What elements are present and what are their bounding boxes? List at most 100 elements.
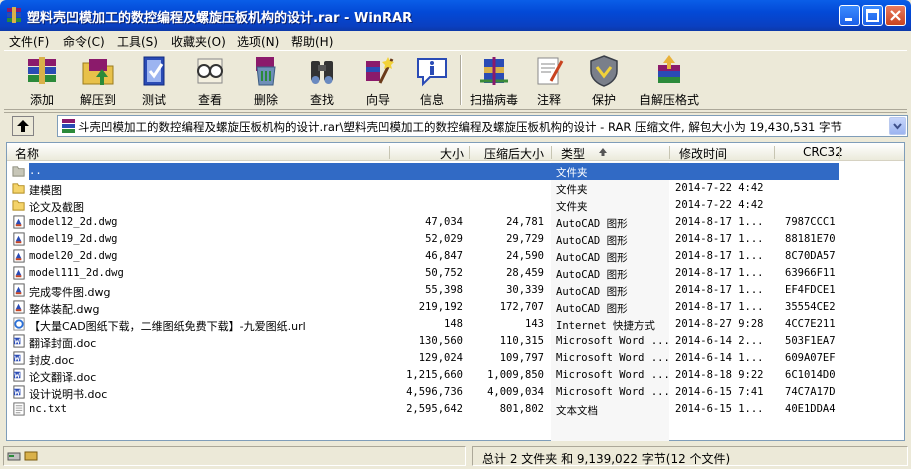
file-modified: 2014-8-17 1... [675,301,764,313]
archive-key-icon [24,451,38,461]
title-bar[interactable]: 塑料壳凹模加工的数控编程及螺旋压板机构的设计.rar - WinRAR [0,0,911,31]
file-row[interactable]: 论文及截图 文件夹 2014-7-22 4:42 [7,197,904,214]
file-packed-size: 29,729 [506,233,544,245]
word-doc-icon [13,351,25,365]
toolbar-test-button[interactable]: 测试 [128,53,180,109]
dwg-file-icon [13,249,25,263]
toolbar-extract-label: 解压到 [79,93,116,107]
file-row[interactable]: model12_2d.dwg 47,034 24,781 AutoCAD 图形 2014… [7,214,904,231]
toolbar-wizard-button[interactable]: 向导 [352,53,404,109]
toolbar-comment-label: 注释 [536,93,561,107]
status-cell-left [3,446,466,466]
toolbar-add-button[interactable]: 添加 [16,53,68,109]
column-header-modified[interactable]: 修改时间 [679,145,727,162]
file-row[interactable]: 完成零件图.dwg 55,398 30,339 AutoCAD 图形 2014-8-17… [7,282,904,299]
folder-icon [12,183,25,194]
menu-commands[interactable]: 命令(C) [63,33,105,50]
toolbar-virus-scan-button[interactable]: 扫描病毒 [466,53,522,109]
file-modified: 2014-8-17 1... [675,216,764,228]
toolbar-delete-label: 删除 [253,93,278,107]
toolbar-protect-label: 保护 [591,93,616,107]
close-button[interactable] [885,5,906,26]
protect-shield-icon [590,55,618,87]
toolbar-comment-button[interactable]: 注释 [528,53,570,109]
archive-path-text: 斗壳凹模加工的数控编程及螺旋压板机构的设计.rar\塑料壳凹模加工的数控编程及螺… [78,120,842,134]
file-modified: 2014-7-22 4:42 [675,199,764,211]
toolbar-info-button[interactable]: 信息 [408,53,456,109]
file-row[interactable]: 【大量CAD图纸下载，二维图纸免费下载】-九爱图纸.url 148 143 Inter… [7,316,904,333]
file-row[interactable]: .. 文件夹 [7,163,904,180]
dwg-file-icon [13,283,25,297]
menu-favorites[interactable]: 收藏夹(O) [171,33,226,50]
file-row[interactable]: 设计说明书.doc 4,596,736 4,009,034 Microsoft Wor… [7,384,904,401]
file-row[interactable]: 翻译封面.doc 130,560 110,315 Microsoft Word ...… [7,333,904,350]
file-row[interactable]: 建模图 文件夹 2014-7-22 4:42 [7,180,904,197]
column-header-size[interactable]: 大小 [440,145,464,162]
file-crc: 40E1DDA4 [785,403,836,415]
file-packed-size: 801,802 [499,403,544,415]
column-header-name[interactable]: 名称 [15,145,39,162]
selection-highlight [29,163,839,180]
toolbar: 添加 解压到 测试 查看 删除 查找 向导 信息 扫描病毒 注释 保护 自解压格… [4,50,907,110]
word-doc-icon [13,368,25,382]
file-name: 建模图 [29,184,62,197]
file-type: 文本文档 [556,405,598,417]
word-doc-icon [13,385,25,399]
toolbar-find-button[interactable]: 查找 [296,53,348,109]
menu-bar: 文件(F) 命令(C) 工具(S) 收藏夹(O) 选项(N) 帮助(H) [0,31,911,49]
up-arrow-icon [17,120,29,132]
file-type: AutoCAD 图形 [556,269,628,281]
file-type: Microsoft Word ... [556,352,670,364]
file-row[interactable]: 论文翻译.doc 1,215,660 1,009,850 Microsoft Word… [7,367,904,384]
toolbar-protect-button[interactable]: 保护 [582,53,626,109]
file-row[interactable]: nc.txt 2,595,642 801,802 文本文档 2014-6-15 1...… [7,401,904,418]
file-type: AutoCAD 图形 [556,252,628,264]
file-packed-size: 1,009,850 [487,369,544,381]
column-header-crc[interactable]: CRC32 [803,145,843,159]
archive-path-field[interactable]: 斗壳凹模加工的数控编程及螺旋压板机构的设计.rar\塑料壳凹模加工的数控编程及螺… [57,115,908,137]
file-packed-size: 24,590 [506,250,544,262]
word-doc-icon [13,334,25,348]
delete-recycle-icon [256,57,276,86]
file-packed-size: 30,339 [506,284,544,296]
file-type: 文件夹 [556,167,588,179]
status-cell-right: 总计 2 文件夹 和 9,139,022 字节(12 个文件) [472,446,908,466]
up-folder-button[interactable] [12,116,34,136]
file-name: model12_2d.dwg [29,216,118,228]
file-crc: 503F1EA7 [785,335,836,347]
file-name: 封皮.doc [29,354,75,367]
menu-help[interactable]: 帮助(H) [291,33,333,50]
comment-icon [537,57,564,85]
file-crc: 74C7A17D [785,386,836,398]
file-type: 文件夹 [556,184,588,196]
maximize-button[interactable] [862,5,883,26]
file-crc: 4CC7E211 [785,318,836,330]
path-dropdown-button[interactable] [889,117,906,135]
file-row[interactable]: 封皮.doc 129,024 109,797 Microsoft Word ... 20… [7,350,904,367]
view-glasses-icon [197,58,223,84]
file-packed-size: 4,009,034 [487,386,544,398]
file-type: AutoCAD 图形 [556,303,628,315]
column-header-type[interactable]: 类型 [561,145,585,162]
file-packed-size: 172,707 [499,301,544,313]
column-header-packed[interactable]: 压缩后大小 [484,145,544,162]
menu-tools[interactable]: 工具(S) [117,33,158,50]
file-modified: 2014-8-17 1... [675,233,764,245]
menu-file[interactable]: 文件(F) [9,33,49,50]
file-row[interactable]: 整体装配.dwg 219,192 172,707 AutoCAD 图形 2014-8-1… [7,299,904,316]
file-list[interactable]: 名称 大小 压缩后大小 类型 修改时间 CRC32 .. 文件夹建模图 文件夹 201… [6,142,905,441]
list-header: 名称 大小 压缩后大小 类型 修改时间 CRC32 [7,143,904,161]
menu-options[interactable]: 选项(N) [237,33,279,50]
minimize-button[interactable] [839,5,860,26]
minimize-icon [845,18,852,21]
file-row[interactable]: model19_2d.dwg 52,029 29,729 AutoCAD 图形 2014… [7,231,904,248]
text-file-icon [13,402,25,416]
toolbar-sfx-button[interactable]: 自解压格式 [634,53,704,109]
toolbar-extract-button[interactable]: 解压到 [72,53,124,109]
file-row[interactable]: model111_2d.dwg 50,752 28,459 AutoCAD 图形 201… [7,265,904,282]
archive-icon [62,119,75,133]
toolbar-view-button[interactable]: 查看 [184,53,236,109]
file-size: 50,752 [425,267,463,279]
file-row[interactable]: model20_2d.dwg 46,847 24,590 AutoCAD 图形 2014… [7,248,904,265]
toolbar-delete-button[interactable]: 删除 [240,53,292,109]
